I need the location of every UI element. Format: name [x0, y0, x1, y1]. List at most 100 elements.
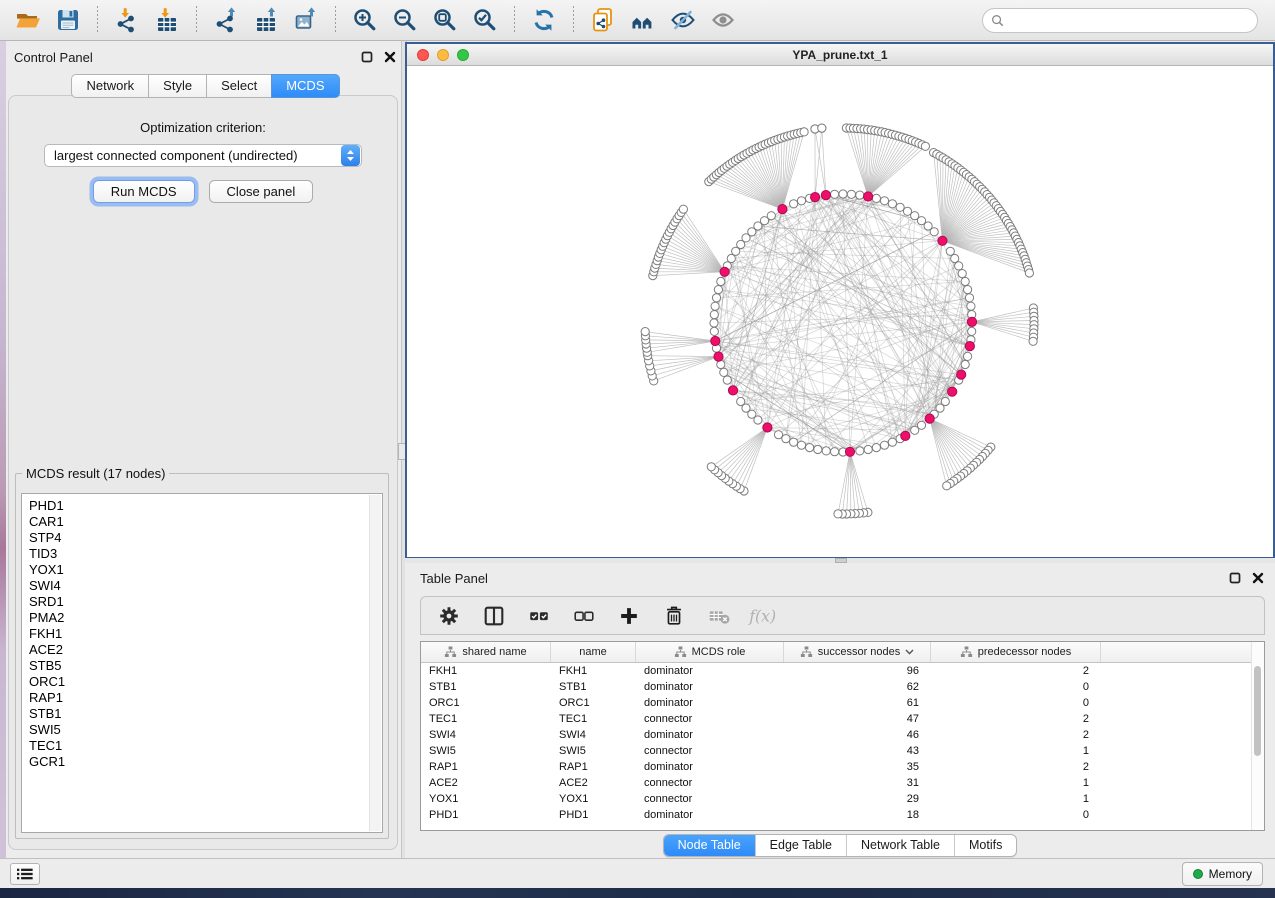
open-session-button[interactable] [13, 5, 43, 35]
settings-gear-icon [437, 604, 461, 628]
table-row[interactable]: TEC1TEC1connector472 [421, 711, 1264, 727]
cell-MCDS-role: dominator [636, 681, 784, 693]
add-column-icon [617, 604, 641, 628]
import-network-button[interactable] [112, 5, 142, 35]
memory-label: Memory [1209, 867, 1252, 881]
close-panel-button[interactable]: Close panel [209, 180, 314, 203]
toolbar-separator [573, 6, 574, 34]
mcds-result-list[interactable]: PHD1CAR1STP4TID3YOX1SWI4SRD1PMA2FKH1ACE2… [21, 493, 383, 833]
control-panel: Control Panel NetworkStyleSelectMCDS Opt… [6, 41, 405, 858]
zoom-selected-button[interactable] [470, 5, 500, 35]
column-header-shared-name[interactable]: shared name [421, 642, 551, 662]
mcds-result-node[interactable]: STP4 [29, 530, 382, 546]
table-row[interactable]: SWI5SWI5connector431 [421, 743, 1264, 759]
tab-style[interactable]: Style [148, 74, 206, 98]
column-header-name[interactable]: name [551, 642, 636, 662]
delete-column-button[interactable] [660, 602, 688, 630]
tab-mcds[interactable]: MCDS [271, 74, 339, 98]
cell-shared-name: PHD1 [421, 809, 551, 821]
mcds-result-node[interactable]: CAR1 [29, 514, 382, 530]
show-all-button[interactable] [708, 5, 738, 35]
search-input[interactable] [1009, 12, 1257, 28]
export-network-icon [213, 7, 239, 33]
cell-name: TEC1 [551, 713, 636, 725]
mcds-result-node[interactable]: YOX1 [29, 562, 382, 578]
export-table-button[interactable] [251, 5, 281, 35]
mcds-result-node[interactable]: RAP1 [29, 690, 382, 706]
select-all-button[interactable] [525, 602, 553, 630]
search-box[interactable] [982, 8, 1258, 33]
export-image-button[interactable] [291, 5, 321, 35]
tab-edge-table[interactable]: Edge Table [755, 835, 846, 856]
toolbar-separator [514, 6, 515, 34]
result-scrollbar[interactable] [369, 495, 381, 831]
column-header-MCDS-role[interactable]: MCDS role [636, 642, 784, 662]
refresh-layout-button[interactable] [529, 5, 559, 35]
close-panel-icon[interactable] [383, 50, 397, 64]
zoom-out-button[interactable] [390, 5, 420, 35]
cell-predecessor-nodes: 0 [931, 697, 1101, 709]
add-column-button[interactable] [615, 602, 643, 630]
mcds-result-node[interactable]: GCR1 [29, 754, 382, 770]
cell-MCDS-role: dominator [636, 761, 784, 773]
zoom-selected-icon [472, 7, 498, 33]
mcds-result-node[interactable]: PMA2 [29, 610, 382, 626]
cell-shared-name: RAP1 [421, 761, 551, 773]
table-row[interactable]: YOX1YOX1connector291 [421, 791, 1264, 807]
column-header-successor-nodes[interactable]: successor nodes [784, 642, 931, 662]
network-view-titlebar[interactable]: YPA_prune.txt_1 [407, 44, 1273, 66]
memory-button[interactable]: Memory [1182, 862, 1263, 886]
float-table-panel-icon[interactable] [1228, 571, 1242, 585]
table-scrollbar[interactable] [1251, 642, 1264, 830]
tab-node-table[interactable]: Node Table [664, 835, 755, 856]
tab-network[interactable]: Network [71, 74, 148, 98]
scrollbar-thumb[interactable] [1254, 666, 1261, 756]
table-row[interactable]: ORC1ORC1dominator610 [421, 695, 1264, 711]
tab-motifs[interactable]: Motifs [954, 835, 1016, 856]
table-row[interactable]: PHD1PHD1dominator180 [421, 807, 1264, 823]
mcds-result-node[interactable]: TID3 [29, 546, 382, 562]
table-row[interactable]: FKH1FKH1dominator962 [421, 663, 1264, 679]
run-mcds-button[interactable]: Run MCDS [93, 180, 195, 203]
toggle-columns-button[interactable] [480, 602, 508, 630]
column-header-predecessor-nodes[interactable]: predecessor nodes [931, 642, 1101, 662]
cell-shared-name: STB1 [421, 681, 551, 693]
toolbar-separator [97, 6, 98, 34]
tab-select[interactable]: Select [206, 74, 271, 98]
hide-selection-button[interactable] [668, 5, 698, 35]
mcds-result-node[interactable]: ACE2 [29, 642, 382, 658]
import-table-button[interactable] [152, 5, 182, 35]
optimization-criterion-select[interactable]: largest connected component (undirected) [44, 144, 362, 167]
float-panel-icon[interactable] [360, 50, 374, 64]
network-canvas[interactable] [407, 66, 1273, 557]
zoom-in-button[interactable] [350, 5, 380, 35]
deselect-all-button[interactable] [570, 602, 598, 630]
save-session-button[interactable] [53, 5, 83, 35]
deselect-all-icon [572, 604, 596, 628]
mcds-result-node[interactable]: STB5 [29, 658, 382, 674]
panel-menu-button[interactable] [10, 863, 40, 885]
toolbar-separator [335, 6, 336, 34]
optimization-criterion-label: Optimization criterion: [9, 120, 397, 135]
mcds-result-node[interactable]: FKH1 [29, 626, 382, 642]
close-table-panel-icon[interactable] [1251, 571, 1265, 585]
network-from-selection-button[interactable] [588, 5, 618, 35]
mcds-result-node[interactable]: STB1 [29, 706, 382, 722]
table-row[interactable]: RAP1RAP1dominator352 [421, 759, 1264, 775]
mcds-result-node[interactable]: SRD1 [29, 594, 382, 610]
table-row[interactable]: ACE2ACE2connector311 [421, 775, 1264, 791]
mcds-result-node[interactable]: ORC1 [29, 674, 382, 690]
export-network-button[interactable] [211, 5, 241, 35]
table-row[interactable]: STB1STB1dominator620 [421, 679, 1264, 695]
mcds-result-node[interactable]: PHD1 [29, 498, 382, 514]
mcds-result-node[interactable]: TEC1 [29, 738, 382, 754]
settings-gear-button[interactable] [435, 602, 463, 630]
mcds-result-node[interactable]: SWI4 [29, 578, 382, 594]
mcds-result-node[interactable]: SWI5 [29, 722, 382, 738]
zoom-fit-button[interactable] [430, 5, 460, 35]
import-network-icon [114, 7, 140, 33]
first-neighbors-button[interactable] [628, 5, 658, 35]
tab-network-table[interactable]: Network Table [846, 835, 954, 856]
save-session-icon [55, 7, 81, 33]
table-row[interactable]: SWI4SWI4dominator462 [421, 727, 1264, 743]
